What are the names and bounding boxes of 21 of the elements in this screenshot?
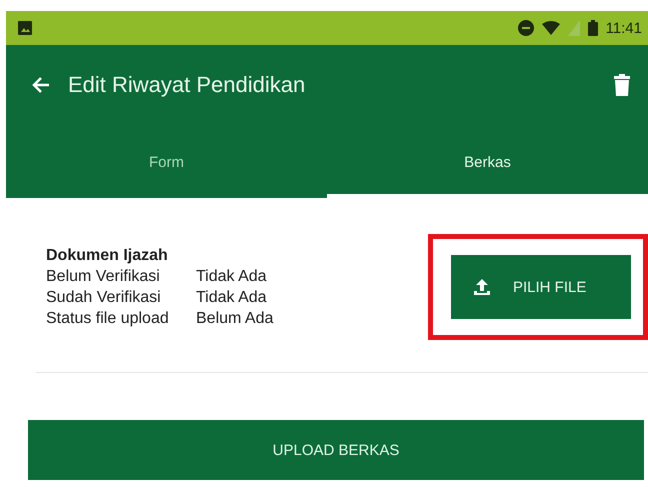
upload-button[interactable]: UPLOAD BERKAS [28, 420, 644, 480]
status-value: Belum Ada [196, 310, 274, 328]
tab[interactable]: Berkas [327, 125, 648, 198]
pick-file-button[interactable]: PILIH FILE [451, 255, 631, 319]
signal-icon [568, 20, 580, 36]
status-label: Belum Verifikasi [46, 268, 161, 286]
upload-icon [473, 278, 491, 296]
status-label: Sudah Verifikasi [46, 288, 162, 306]
status-label: Status file upload [46, 310, 170, 328]
status-value: Tidak Ada [196, 268, 268, 286]
do-not-disturb-icon [518, 20, 534, 36]
document-title: Dokumen Ijazah [46, 246, 169, 264]
battery-icon [588, 20, 598, 36]
trash-icon[interactable] [614, 74, 630, 96]
back-arrow-icon[interactable] [32, 76, 50, 94]
wifi-icon [542, 21, 560, 35]
status-value: Tidak Ada [196, 288, 268, 306]
screen-title: Edit Riwayat Pendidikan [68, 72, 306, 98]
tab[interactable]: Form [6, 125, 327, 198]
image-notification-icon [18, 21, 32, 35]
clock-time: 11:41 [606, 20, 642, 36]
